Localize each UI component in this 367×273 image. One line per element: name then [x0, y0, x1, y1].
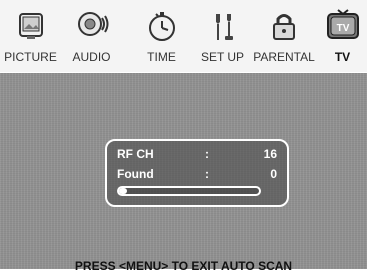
tab-setup[interactable]: SET UP [192, 0, 253, 72]
top-menu-bar: PICTURE AUDIO TIME SET UP PARENTAL TV TV [0, 0, 367, 72]
auto-scan-panel: RF CH : 16 Found : 0 [105, 139, 289, 207]
setup-icon [203, 6, 243, 46]
tab-time-label: TIME [147, 50, 176, 64]
tab-parental-label: PARENTAL [253, 50, 315, 64]
tab-audio-label: AUDIO [72, 50, 111, 64]
found-row: Found : 0 [117, 167, 277, 183]
tab-parental[interactable]: PARENTAL [249, 0, 319, 72]
found-separator: : [205, 167, 209, 181]
rf-channel-label: RF CH [117, 147, 154, 161]
audio-icon [72, 6, 112, 46]
tab-tv-label: TV [334, 50, 351, 64]
found-value: 0 [270, 167, 277, 181]
tab-audio[interactable]: AUDIO [61, 0, 122, 72]
tab-setup-label: SET UP [200, 50, 245, 64]
tv-icon: TV [323, 6, 363, 46]
tab-time[interactable]: TIME [131, 0, 192, 72]
svg-text:TV: TV [336, 23, 349, 34]
found-label: Found [117, 167, 154, 181]
exit-hint: PRESS <MENU> TO EXIT AUTO SCAN [74, 259, 293, 273]
menu-tabs: PICTURE AUDIO TIME SET UP PARENTAL TV TV [0, 0, 367, 72]
rf-channel-separator: : [205, 147, 209, 161]
time-icon [142, 6, 182, 46]
rf-channel-value: 16 [263, 147, 277, 161]
parental-icon [264, 6, 304, 46]
tab-picture[interactable]: PICTURE [0, 0, 61, 72]
screen-inner: RF CH : 16 Found : 0 PRESS <MENU> TO EXI… [0, 73, 367, 273]
tab-tv[interactable]: TV TV [318, 0, 367, 72]
rf-channel-row: RF CH : 16 [117, 147, 277, 163]
picture-icon [11, 6, 51, 46]
scan-progress-fill [119, 188, 128, 194]
scan-progress-bar [117, 186, 261, 196]
tv-screen-background: RF CH : 16 Found : 0 PRESS <MENU> TO EXI… [0, 73, 367, 273]
tab-picture-label: PICTURE [4, 50, 57, 64]
